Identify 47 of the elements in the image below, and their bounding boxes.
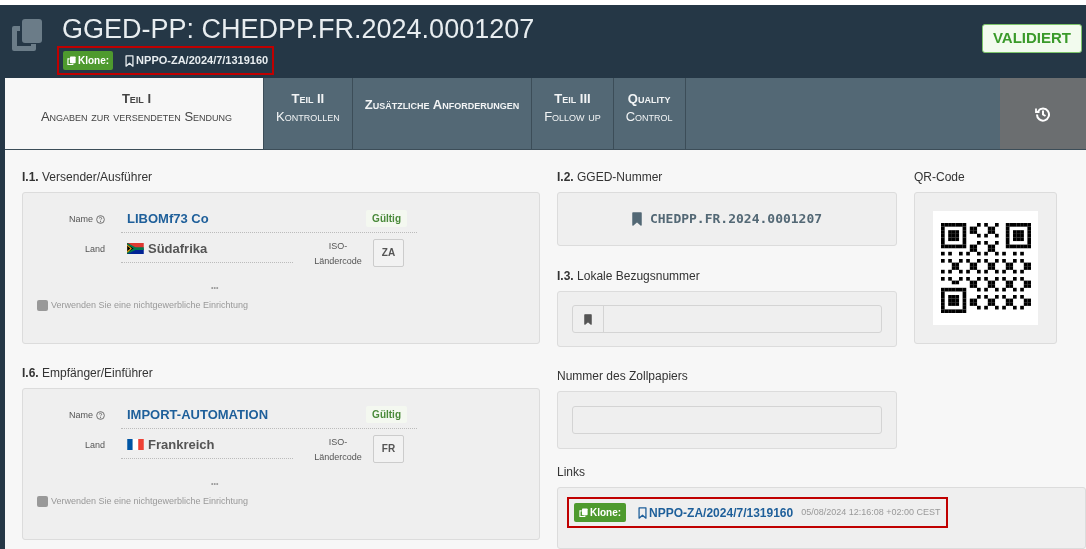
clone-reference-link[interactable]: NPPO-ZA/2024/7/1319160 [649, 503, 794, 522]
section-label: Links [557, 464, 586, 481]
party-name-link[interactable]: IMPORT-AUTOMATION [127, 405, 269, 425]
field-label: Land [84, 438, 105, 452]
checkbox[interactable] [37, 300, 48, 312]
section-label: Nummer des Zollpapiers [557, 368, 689, 385]
customs-number-field[interactable] [572, 406, 882, 434]
country-value: Südafrika [148, 239, 208, 258]
section-label: I.2. GGED-Nummer [557, 169, 664, 186]
field-label: Name [69, 409, 93, 422]
copy-icon [67, 56, 76, 65]
tab[interactable]: Teil I Angaben zur versendeten Sendung [10, 78, 264, 149]
section-label: I.6. Empfänger/Einführer [22, 365, 154, 382]
section-label: I.3. Lokale Bezugsnummer [557, 268, 701, 285]
badge-label: Klone: [78, 54, 110, 68]
help-icon [96, 215, 105, 225]
help-icon [96, 411, 105, 421]
ged-number-value: CHEDPP.FR.2024.0001207 [649, 210, 823, 229]
copy-icon [579, 508, 588, 517]
badge-label: Klone: [590, 506, 622, 520]
validity-badge: Gültig [366, 210, 407, 228]
field-label: Name [69, 213, 93, 226]
checkbox-label: Verwenden Sie eine nichtgewerbliche Einrichtung [51, 495, 249, 508]
party-name-link[interactable]: LIBOMf73 Co [127, 209, 209, 229]
link-timestamp: 05/08/2024 12:16:08 +02:00 CEST [801, 505, 941, 519]
section-label: QR-Code [914, 169, 966, 186]
copy-icon [12, 19, 42, 51]
clone-reference-link[interactable]: NPPO-ZA/2024/7/1319160 [136, 52, 269, 69]
bookmark-icon [584, 313, 592, 325]
field-label: ISO-Ländercode [313, 435, 363, 464]
bookmark-icon [125, 54, 135, 67]
status-badge: VALIDIERT [981, 24, 1082, 53]
history-icon [1035, 105, 1051, 122]
field-label: Land [84, 242, 105, 256]
history-button[interactable] [1000, 78, 1086, 149]
checkbox[interactable] [37, 496, 48, 508]
validity-badge: Gültig [366, 406, 407, 424]
section-label: I.1. Versender/Ausführer [22, 169, 154, 186]
field-label: ISO-Ländercode [313, 239, 363, 268]
reference-field[interactable] [572, 305, 882, 333]
checkbox-label: Verwenden Sie eine nichtgewerbliche Einrichtung [51, 299, 249, 312]
bookmark-icon [638, 506, 648, 519]
iso-code-field: ZA [373, 238, 404, 267]
bookmark-icon [631, 212, 642, 226]
page-title: GGED-PP: CHEDPP.FR.2024.0001207 [62, 14, 535, 44]
iso-code-field: FR [373, 434, 404, 463]
country-value: Frankreich [148, 435, 215, 454]
